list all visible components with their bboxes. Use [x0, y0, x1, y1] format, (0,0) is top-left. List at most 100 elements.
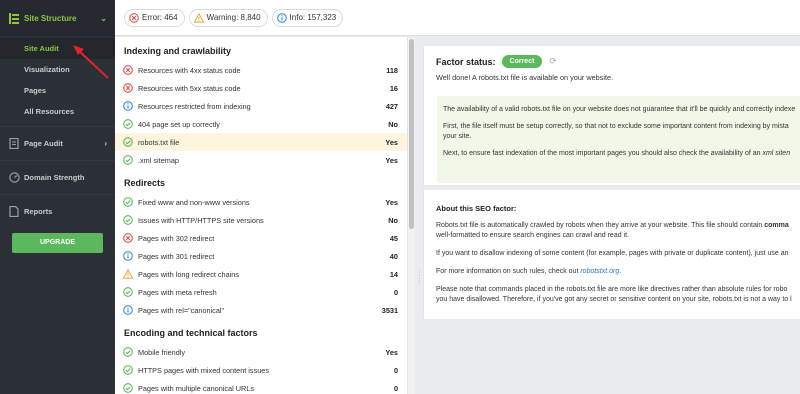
- check-circle-icon: [123, 347, 133, 357]
- warning-triangle-icon: [122, 268, 134, 279]
- factor-value: 0: [393, 383, 398, 393]
- about-paragraph: Robots.txt file is automatically crawled…: [436, 222, 789, 239]
- factor-row[interactable]: Pages with long redirect chains 14: [115, 265, 407, 283]
- issues-summary-bar: Error: 464 Warning: 8,840 Info: 157,323: [115, 0, 800, 36]
- factor-label: Pages with rel="canonical": [138, 305, 225, 315]
- error-count-badge[interactable]: Error: 464: [124, 8, 185, 27]
- factor-row[interactable]: Pages with multiple canonical URLs 0: [115, 379, 407, 394]
- about-factor-card: About this SEO factor: Robots.txt file i…: [423, 190, 800, 319]
- factor-row[interactable]: Mobile friendly Yes: [115, 343, 407, 361]
- factor-row[interactable]: Pages with 301 redirect 40: [115, 247, 407, 265]
- check-circle-icon: [123, 287, 133, 297]
- sidebar-item-reports[interactable]: Reports: [0, 194, 115, 228]
- factor-label: 404 page set up correctly: [138, 119, 220, 129]
- factor-value: No: [388, 215, 398, 225]
- factor-label: robots.txt file: [138, 137, 180, 147]
- factor-status-message: Well done! A robots.txt file is availabl…: [436, 73, 614, 82]
- sidebar: Site Structure ⌄ Site Audit Visualizatio…: [0, 0, 115, 394]
- factor-value: 40: [389, 251, 398, 261]
- check-circle-icon: [123, 215, 133, 225]
- factor-label: Mobile friendly: [138, 347, 186, 357]
- about-paragraph: Please note that commands placed in the …: [436, 286, 792, 303]
- sidebar-item-label: Page Audit: [24, 139, 63, 148]
- sidebar-item-pages[interactable]: Pages: [0, 80, 115, 101]
- factor-row[interactable]: Pages with rel="canonical" 3531: [115, 301, 407, 319]
- section-title: Indexing and crawlability: [124, 46, 232, 56]
- chevron-right-icon: ›: [104, 139, 107, 148]
- panel-resize-handle[interactable]: ⋮ ⋮: [416, 270, 423, 300]
- refresh-icon[interactable]: ⟳: [549, 56, 557, 67]
- section-title: Redirects: [124, 178, 166, 188]
- factor-list-scrollbar[interactable]: [407, 37, 415, 394]
- factor-label: Pages with multiple canonical URLs: [138, 383, 254, 393]
- sidebar-item-domain-strength[interactable]: Domain Strength: [0, 160, 115, 194]
- section-title: Encoding and technical factors: [124, 328, 258, 338]
- page-audit-icon: [8, 138, 20, 150]
- sidebar-item-label: Domain Strength: [24, 173, 85, 182]
- report-icon: [8, 206, 20, 218]
- factor-label: Resources with 5xx status code: [138, 83, 241, 93]
- factor-value: Yes: [385, 155, 398, 165]
- factor-row[interactable]: Resources restricted from indexing 427: [115, 97, 407, 115]
- error-circle-icon: [123, 83, 133, 93]
- warning-icon: [193, 12, 204, 23]
- upgrade-button[interactable]: UPGRADE: [12, 233, 103, 253]
- sidebar-item-all-resources[interactable]: All Resources: [0, 101, 115, 122]
- info-circle-icon: [123, 305, 133, 315]
- info-count-badge[interactable]: Info: 157,323: [271, 8, 344, 27]
- factor-label: .xml sitemap: [138, 155, 179, 165]
- factor-label: Pages with 301 redirect: [138, 251, 215, 261]
- factor-label: Fixed www and non-www versions: [138, 197, 250, 207]
- factor-value: 14: [389, 269, 398, 279]
- factor-label: Issues with HTTP/HTTPS site versions: [138, 215, 264, 225]
- factor-value: Yes: [385, 137, 398, 147]
- error-icon: [129, 12, 139, 23]
- tip-paragraph: The availability of a valid robots.txt f…: [443, 106, 796, 113]
- tip-paragraph: First, the file itself must be setup cor…: [443, 123, 789, 140]
- factor-value: Yes: [385, 197, 398, 207]
- error-circle-icon: [123, 65, 133, 75]
- factor-value: No: [388, 119, 398, 129]
- factor-row[interactable]: .xml sitemap Yes: [115, 151, 407, 169]
- factor-label: Pages with 302 redirect: [138, 233, 215, 243]
- status-badge: Correct: [501, 55, 543, 68]
- factor-label: HTTPS pages with mixed content issues: [138, 365, 269, 375]
- sidebar-item-page-audit[interactable]: Page Audit ›: [0, 126, 115, 160]
- factor-row[interactable]: Issues with HTTP/HTTPS site versions No: [115, 211, 407, 229]
- factor-value: 118: [386, 65, 398, 75]
- factor-value: 0: [393, 365, 398, 375]
- info-circle-icon: [123, 101, 133, 111]
- factor-row[interactable]: 404 page set up correctly No: [115, 115, 407, 133]
- factor-value: 427: [385, 101, 398, 111]
- factor-label: Pages with long redirect chains: [138, 269, 239, 279]
- factor-row[interactable]: Pages with 302 redirect 45: [115, 229, 407, 247]
- tip-paragraph: Next, to ensure fast indexation of the m…: [443, 150, 791, 157]
- factor-row[interactable]: Resources with 5xx status code 16: [115, 79, 407, 97]
- factor-value: 3531: [381, 305, 398, 315]
- sidebar-section-site-structure[interactable]: Site Structure ⌄: [0, 0, 115, 36]
- factor-row[interactable]: Fixed www and non-www versions Yes: [115, 193, 407, 211]
- factor-tip-box: The availability of a valid robots.txt f…: [437, 96, 800, 183]
- factor-value: Yes: [385, 347, 398, 357]
- xml-sitemap-text: xml siten: [762, 150, 791, 157]
- error-count-label: Error: 464: [142, 13, 178, 22]
- factor-label: Resources restricted from indexing: [138, 101, 251, 111]
- check-circle-icon: [123, 137, 133, 147]
- factor-row[interactable]: HTTPS pages with mixed content issues 0: [115, 361, 407, 379]
- gauge-icon: [8, 172, 20, 184]
- factor-row[interactable]: Pages with meta refresh 0: [115, 283, 407, 301]
- about-factor-title: About this SEO factor:: [436, 204, 517, 213]
- factor-value: 0: [393, 287, 398, 297]
- factor-row[interactable]: robots.txt file Yes: [115, 133, 407, 151]
- robotstxt-link[interactable]: robotstxt.org: [580, 268, 619, 275]
- sidebar-item-label: Reports: [24, 207, 53, 216]
- factor-row[interactable]: Resources with 4xx status code 118: [115, 61, 407, 79]
- scrollbar-thumb[interactable]: [409, 39, 414, 229]
- factor-status-card: Factor status: Correct ⟳ Well done! A ro…: [423, 46, 800, 185]
- warning-count-badge[interactable]: Warning: 8,840: [188, 8, 268, 27]
- info-icon: [276, 12, 287, 23]
- check-circle-icon: [123, 119, 133, 129]
- error-circle-icon: [123, 233, 133, 243]
- sidebar-section-title: Site Structure: [24, 13, 77, 23]
- factor-value: 16: [389, 83, 398, 93]
